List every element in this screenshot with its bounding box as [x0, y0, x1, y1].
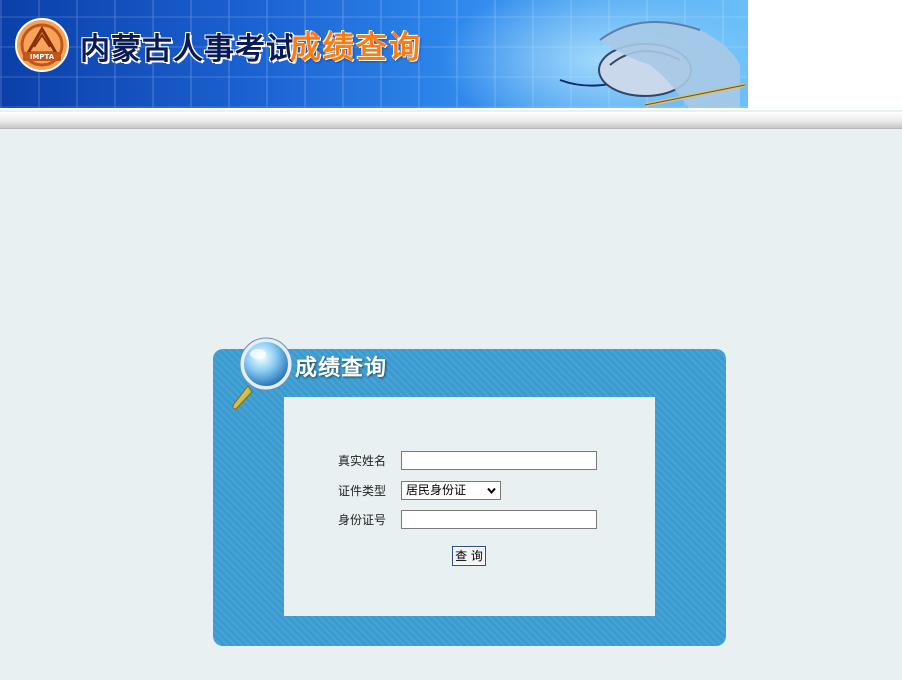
name-input[interactable]: [401, 451, 597, 470]
name-label: 真实姓名: [338, 454, 387, 468]
query-form: 真实姓名 证件类型 居民身份证 身份证号 查 询: [284, 397, 655, 616]
query-button[interactable]: 查 询: [452, 546, 486, 566]
id-type-row: 证件类型 居民身份证: [284, 479, 655, 503]
id-type-select[interactable]: 居民身份证: [401, 481, 501, 500]
id-number-row: 身份证号: [284, 508, 655, 532]
id-type-label: 证件类型: [338, 484, 387, 498]
panel-title: 成绩查询: [295, 356, 388, 381]
header-area: IMPTA 内蒙古人事考试 成绩查询: [0, 0, 902, 129]
header-separator: [0, 112, 902, 129]
header-banner: IMPTA 内蒙古人事考试 成绩查询: [0, 0, 748, 108]
id-number-label: 身份证号: [338, 513, 387, 527]
chevron-down-icon: [487, 487, 496, 495]
name-row: 真实姓名: [284, 449, 655, 473]
mouse-hand-image: [559, 21, 746, 108]
site-subtitle: 成绩查询: [290, 30, 422, 66]
id-type-selected: 居民身份证: [406, 483, 467, 497]
logo-text: IMPTA: [30, 53, 55, 61]
id-number-input[interactable]: [401, 510, 597, 529]
impta-logo: IMPTA: [15, 18, 69, 72]
site-title: 内蒙古人事考试: [80, 32, 297, 67]
